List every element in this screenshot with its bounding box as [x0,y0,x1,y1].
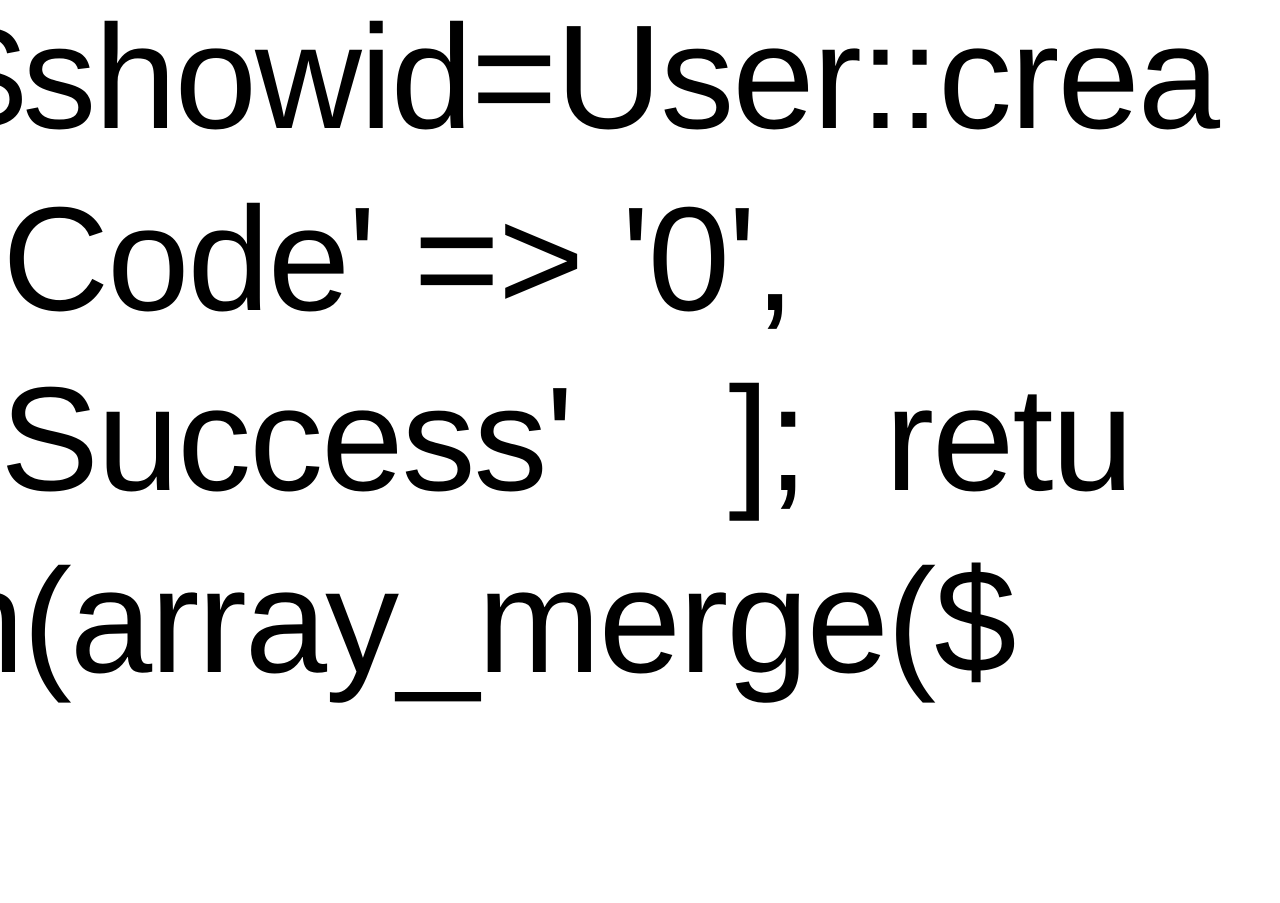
code-snippet: $showid=User::crea usCode' => '0', 'Succ… [0,0,1280,720]
code-line-2: usCode' => '0', [0,170,793,351]
code-line-3: 'Success' ]; retu [0,350,1132,531]
code-line-1: $showid=User::crea [0,0,1218,169]
code-line-4: son(array_merge($ [0,532,1015,713]
